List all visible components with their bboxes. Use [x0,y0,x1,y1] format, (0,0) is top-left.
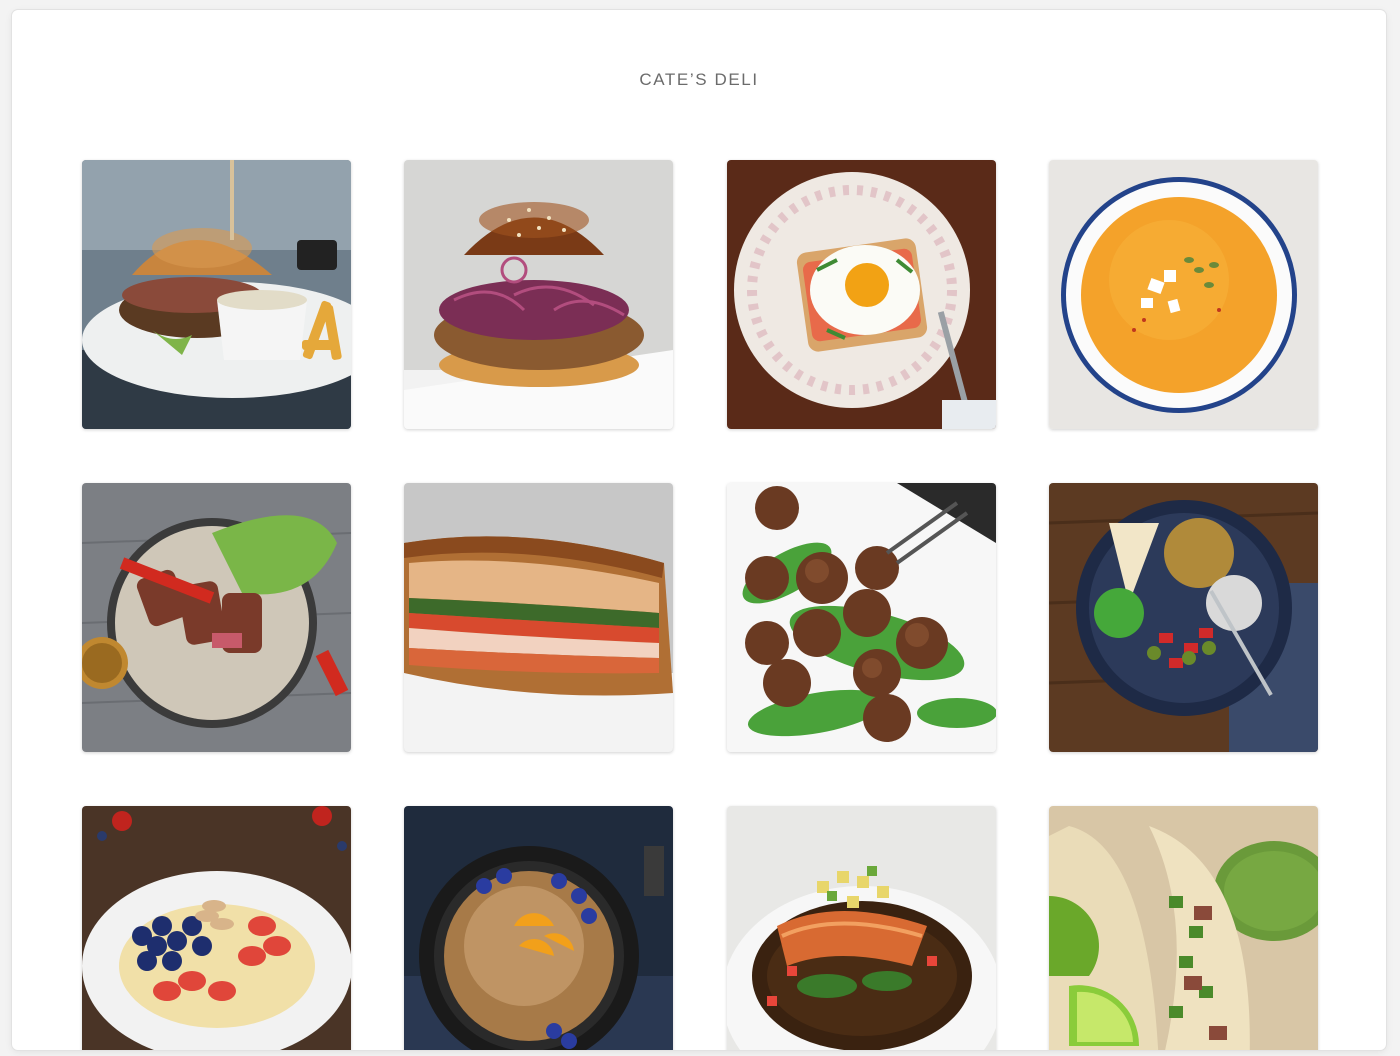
page-title: CATE’S DELI [639,70,759,89]
gallery-item-steak[interactable] [82,483,351,752]
sandwich-photo-icon [404,160,674,429]
meatball-photo-icon [726,483,996,752]
gallery-item-deli-sub[interactable] [404,483,674,752]
gallery-item-pancake-skillet[interactable] [404,806,674,1050]
bowl-photo-icon [1048,483,1318,752]
gallery-item-porridge[interactable] [82,806,351,1050]
taco-photo-icon [1048,806,1318,1050]
gallery-item-egg-toast[interactable] [726,160,996,429]
soup-photo-icon [1048,160,1318,429]
gallery-item-meatballs[interactable] [726,483,996,752]
sub-photo-icon [404,483,674,752]
gallery-item-salmon[interactable] [726,806,996,1050]
photo-grid [82,160,1319,1050]
egg-photo-icon [726,160,996,429]
porridge-photo-icon [82,806,351,1050]
app-window: CATE’S DELI [12,10,1386,1050]
gallery-item-soup[interactable] [1048,160,1318,429]
gallery-item-grain-bowl[interactable] [1048,483,1318,752]
gallery-item-burger[interactable] [82,160,351,429]
pancake-photo-icon [404,806,674,1050]
gallery-item-chicken-sandwich[interactable] [404,160,674,429]
steak-photo-icon [82,483,351,752]
burger-photo-icon [82,160,351,429]
gallery-item-tacos[interactable] [1048,806,1318,1050]
salmon-photo-icon [726,806,996,1050]
